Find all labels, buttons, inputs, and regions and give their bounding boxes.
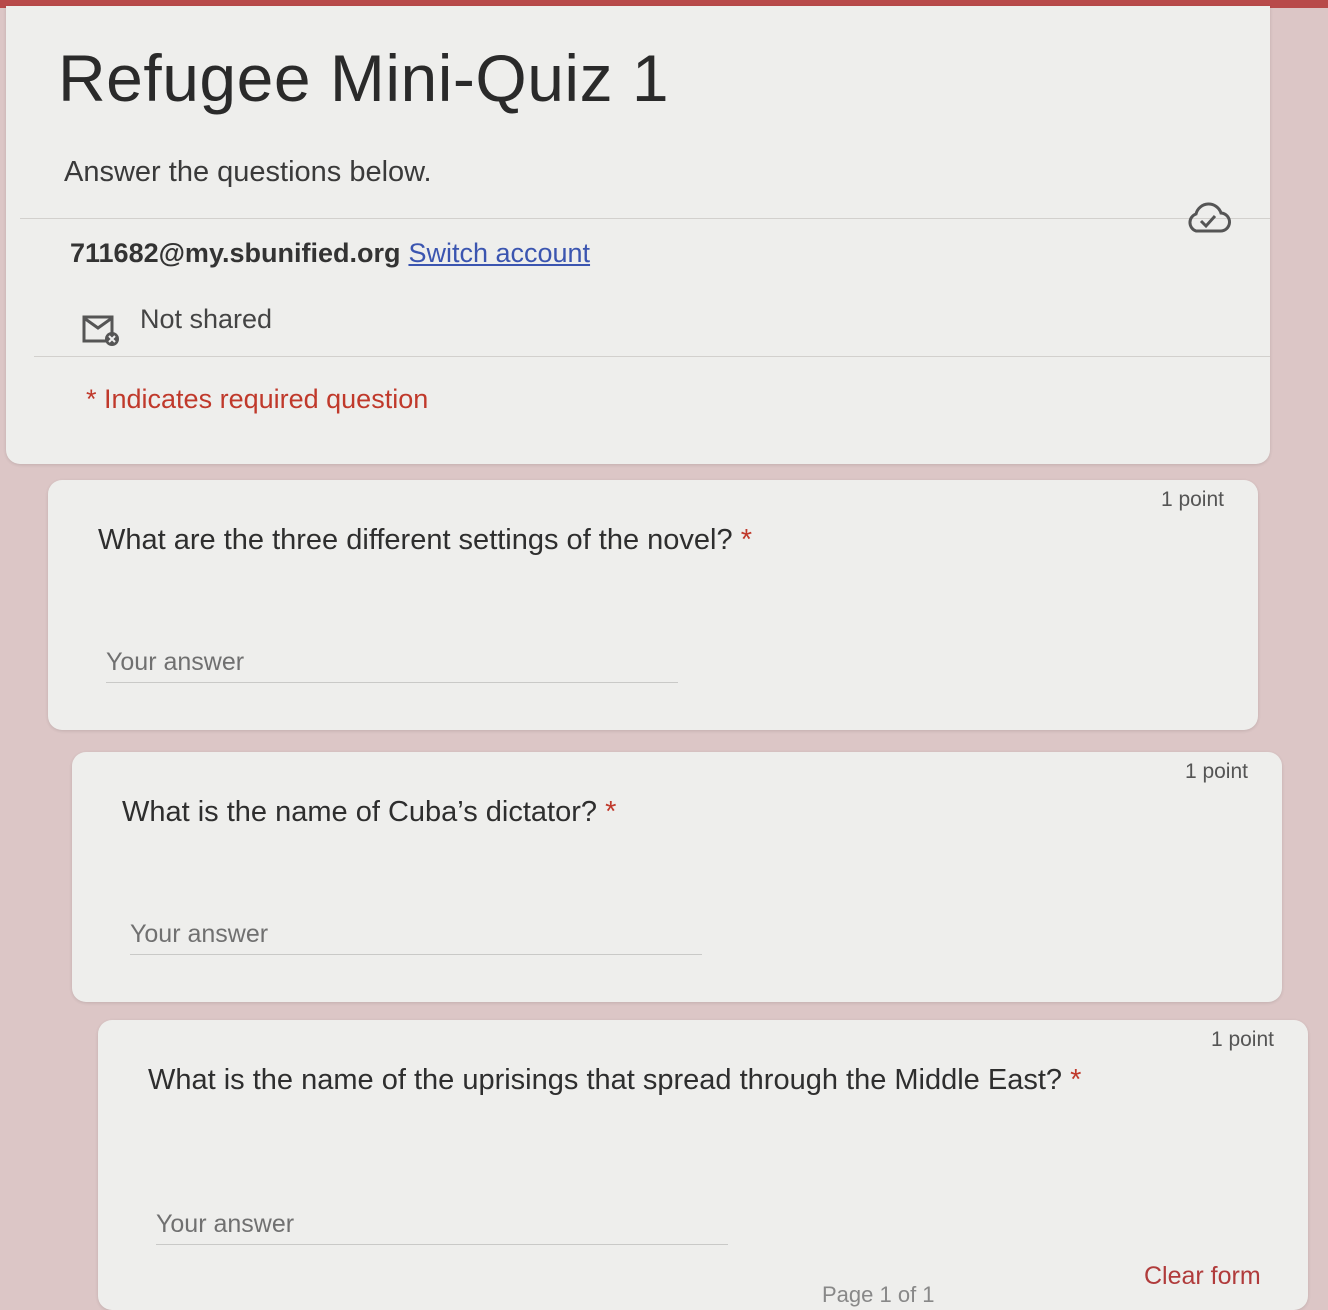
answer-input[interactable]: Your answer: [106, 648, 244, 677]
required-note: * Indicates required question: [86, 384, 429, 414]
account-row: 711682@my.sbunified.org Switch account: [70, 238, 590, 269]
required-star: *: [1070, 1064, 1082, 1096]
page-indicator: Page 1 of 1: [822, 1282, 935, 1307]
points-label: 1 point: [1210, 1028, 1274, 1051]
answer-underline: [106, 682, 678, 683]
account-divider: [34, 356, 1270, 357]
required-star: *: [605, 796, 617, 828]
answer-input[interactable]: Your answer: [130, 920, 268, 949]
points-label: 1 point: [1184, 760, 1248, 783]
answer-underline: [156, 1244, 728, 1245]
answer-input[interactable]: Your answer: [156, 1210, 294, 1239]
question-title: What is the name of the uprisings that s…: [148, 1064, 1063, 1096]
header-divider: [20, 218, 1270, 219]
question-text: What is the name of the uprisings that s…: [148, 1064, 1081, 1097]
sharing-status: Not shared: [140, 304, 273, 334]
email-crossed-icon: [82, 315, 119, 346]
switch-account-link[interactable]: Switch account: [408, 238, 590, 268]
form-header-card: Refugee Mini-Quiz 1 Answer the questions…: [6, 6, 1270, 464]
question-card: 1 point What is the name of Cuba’s dicta…: [72, 752, 1282, 1002]
points-label: 1 point: [1160, 488, 1224, 511]
question-title: What is the name of Cuba’s dictator?: [122, 796, 597, 828]
form-title: Refugee Mini-Quiz 1: [58, 41, 670, 115]
account-email: 711682@my.sbunified.org: [70, 238, 401, 268]
answer-underline: [130, 954, 702, 955]
question-card: 1 point What is the name of the uprising…: [98, 1020, 1308, 1310]
cloud-check-icon: [1188, 202, 1231, 233]
question-card: 1 point What are the three different set…: [48, 480, 1258, 730]
question-text: What is the name of Cuba’s dictator? *: [122, 796, 616, 829]
question-text: What are the three different settings of…: [98, 524, 752, 557]
clear-form-button[interactable]: Clear form: [1144, 1262, 1261, 1291]
required-star: *: [740, 524, 752, 556]
question-title: What are the three different settings of…: [98, 524, 733, 556]
form-description: Answer the questions below.: [64, 156, 432, 188]
